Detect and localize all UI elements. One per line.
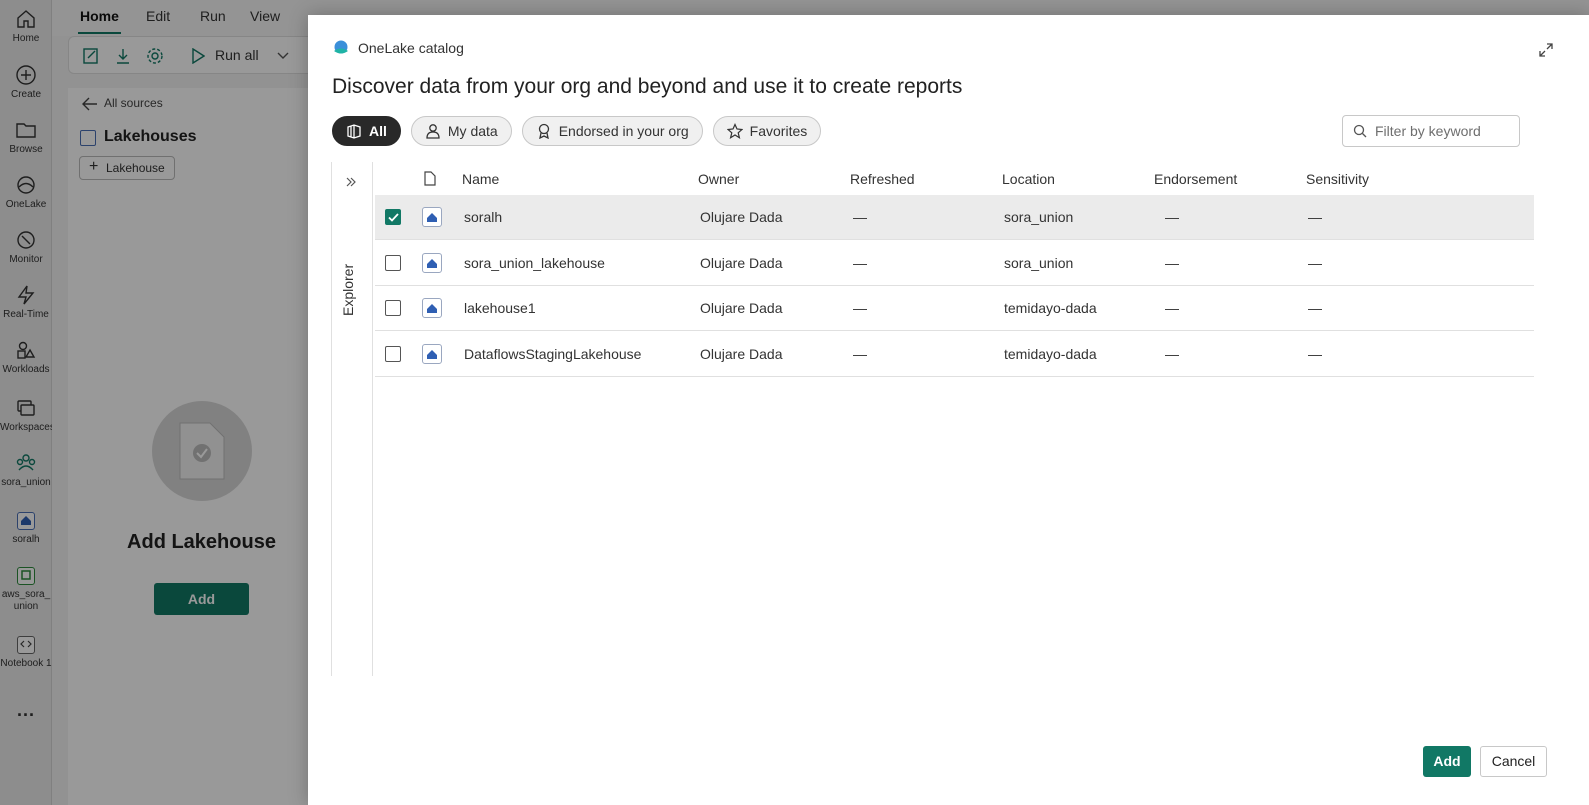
expand-explorer-icon[interactable] (345, 176, 357, 188)
cell-location: sora_union (1004, 209, 1074, 225)
table-row[interactable]: soralh Olujare Dada — sora_union — — (375, 195, 1534, 240)
checkmark-icon (388, 213, 399, 222)
onelake-logo-icon (334, 40, 348, 54)
cell-owner: Olujare Dada (700, 255, 783, 271)
keyword-filter (1342, 115, 1520, 147)
cell-endorsement: — (1165, 346, 1179, 362)
cell-sensitivity: — (1308, 300, 1322, 316)
cell-location: sora_union (1004, 255, 1074, 271)
table-row[interactable]: sora_union_lakehouse Olujare Dada — sora… (375, 241, 1534, 286)
table-header: Name Owner Refreshed Location Endorsemen… (375, 162, 1534, 194)
filter-chip-favorites[interactable]: Favorites (712, 116, 822, 146)
add-button[interactable]: Add (1423, 746, 1471, 777)
cell-sensitivity: — (1308, 209, 1322, 225)
lakehouse-icon (422, 298, 442, 318)
cell-owner: Olujare Dada (700, 346, 783, 362)
cell-refreshed: — (853, 209, 867, 225)
cancel-button[interactable]: Cancel (1480, 746, 1547, 777)
search-icon (1353, 124, 1367, 138)
dialog-title: Discover data from your org and beyond a… (332, 75, 963, 98)
cell-endorsement: — (1165, 209, 1179, 225)
star-icon (726, 123, 743, 139)
lakehouse-icon (422, 207, 442, 227)
column-header-sensitivity[interactable]: Sensitivity (1306, 171, 1369, 187)
filter-keyword-input[interactable] (1375, 123, 1515, 139)
cell-owner: Olujare Dada (700, 300, 783, 316)
explorer-toggle[interactable]: Explorer (340, 254, 360, 316)
chip-label: My data (447, 123, 498, 139)
dialog-header: OneLake catalog (332, 39, 464, 57)
cell-name[interactable]: DataflowsStagingLakehouse (464, 346, 641, 362)
row-checkbox[interactable] (385, 209, 401, 225)
chip-label: All (369, 123, 387, 139)
cell-location: temidayo-dada (1004, 346, 1097, 362)
cell-sensitivity: — (1308, 255, 1322, 271)
filter-chip-my-data[interactable]: My data (410, 116, 512, 146)
cell-endorsement: — (1165, 300, 1179, 316)
chip-label: Favorites (749, 123, 808, 139)
cell-name[interactable]: lakehouse1 (464, 300, 536, 316)
cell-sensitivity: — (1308, 346, 1322, 362)
all-items-icon (347, 124, 361, 139)
column-header-name[interactable]: Name (462, 171, 499, 187)
lakehouse-icon (422, 253, 442, 273)
table-row[interactable]: DataflowsStagingLakehouse Olujare Dada —… (375, 332, 1534, 377)
cell-refreshed: — (853, 255, 867, 271)
column-header-endorsement[interactable]: Endorsement (1154, 171, 1237, 187)
row-checkbox[interactable] (385, 300, 401, 316)
explorer-label: Explorer (340, 263, 356, 316)
explorer-pane: Explorer (331, 162, 373, 676)
cell-refreshed: — (853, 346, 867, 362)
onelake-catalog-dialog: OneLake catalog Discover data from your … (308, 15, 1589, 805)
filter-chip-endorsed[interactable]: Endorsed in your org (521, 116, 703, 146)
chip-label: Endorsed in your org (558, 123, 689, 139)
cell-owner: Olujare Dada (700, 209, 783, 225)
expand-icon[interactable] (1539, 43, 1553, 57)
lakehouse-icon (422, 344, 442, 364)
column-header-location[interactable]: Location (1002, 171, 1055, 187)
row-checkbox[interactable] (385, 255, 401, 271)
row-checkbox[interactable] (385, 346, 401, 362)
dialog-header-label: OneLake catalog (358, 40, 464, 56)
person-icon (426, 124, 440, 139)
filter-chip-all[interactable]: All (332, 116, 401, 146)
cell-endorsement: — (1165, 255, 1179, 271)
cell-location: temidayo-dada (1004, 300, 1097, 316)
ribbon-icon (538, 123, 549, 139)
table-row[interactable]: lakehouse1 Olujare Dada — temidayo-dada … (375, 286, 1534, 331)
column-header-refreshed[interactable]: Refreshed (850, 171, 915, 187)
file-type-icon (424, 171, 436, 186)
filter-chips: All My data Endorsed in your org Favorit… (332, 116, 822, 146)
cell-name[interactable]: soralh (464, 209, 502, 225)
cell-refreshed: — (853, 300, 867, 316)
column-header-owner[interactable]: Owner (698, 171, 739, 187)
cell-name[interactable]: sora_union_lakehouse (464, 255, 605, 271)
